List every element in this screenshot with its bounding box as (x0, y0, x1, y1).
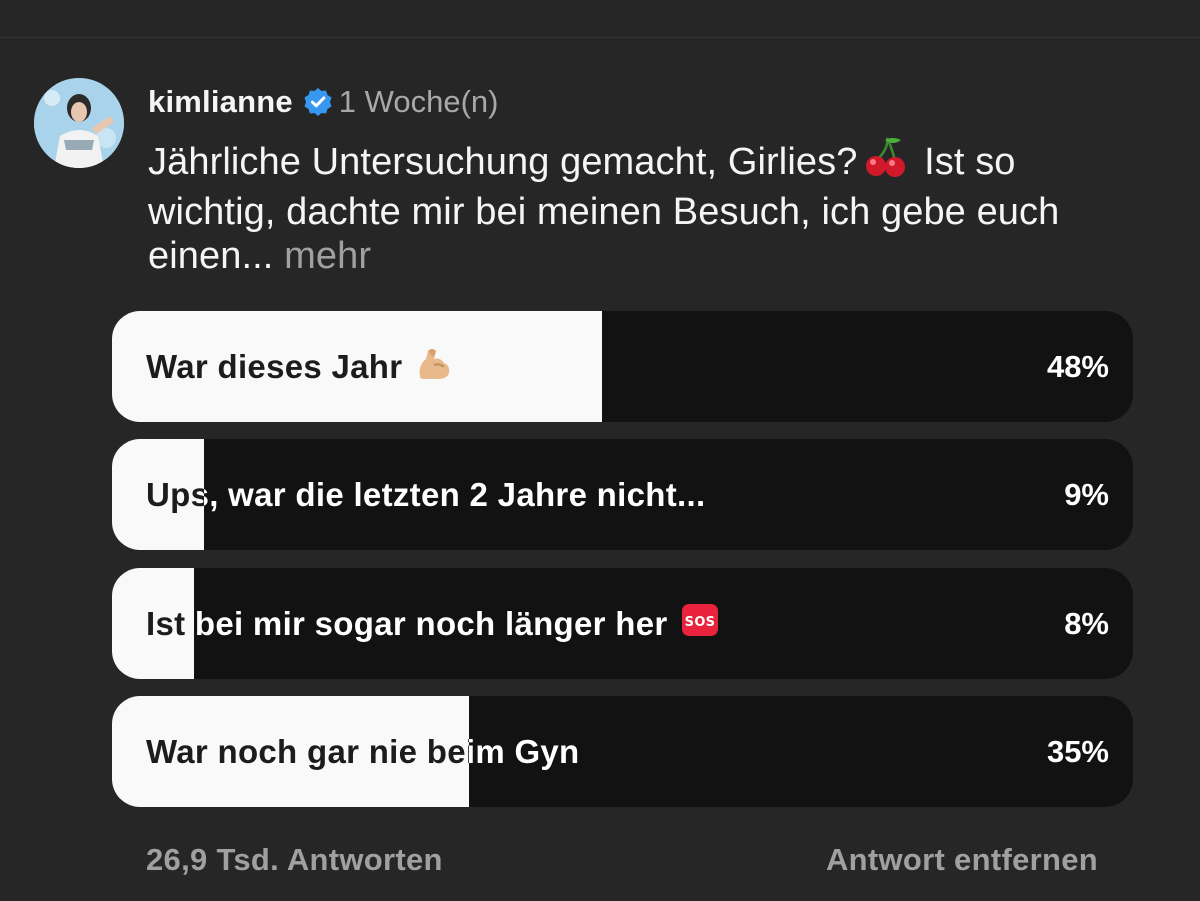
poll-fill-clip: Ups, war die letzten 2 Jahre nicht... (112, 439, 204, 550)
svg-text:SOS: SOS (684, 615, 715, 630)
poll-option-label-on-dark: Ist bei mir sogar noch länger her SOS (146, 568, 720, 679)
avatar[interactable] (34, 78, 124, 168)
poll-option-label: War noch gar nie beim Gyn (146, 732, 469, 770)
caption-text-1b: Ist so (924, 141, 1016, 183)
sos-emoji-icon: SOS (680, 600, 720, 648)
caption-text-2: wichtig, dachte mir bei meinen Besuch, i… (148, 191, 1060, 233)
poll-option-label: Ups, war die letzten 2 Jahre nicht... (146, 475, 204, 513)
post-header: kimlianne 1 Woche(n) (148, 82, 498, 122)
poll-option-percent: 8% (1064, 605, 1109, 641)
poll-option-label: War dieses Jahr (146, 311, 454, 422)
poll-option-percent: 9% (1064, 476, 1109, 512)
more-link[interactable]: mehr (284, 235, 371, 277)
poll-option-2[interactable]: Ups, war die letzten 2 Jahre nicht... Up… (112, 439, 1133, 550)
verified-badge-icon (303, 87, 333, 117)
caption-text-1: Jährliche Untersuchung gemacht, Girlies? (148, 141, 858, 183)
remove-vote-button[interactable]: Antwort entfernen (826, 842, 1098, 878)
divider (0, 37, 1200, 38)
poll-option-3[interactable]: Ist bei mir sogar noch länger her SOS Is… (112, 568, 1133, 679)
poll-post: kimlianne 1 Woche(n) Jährliche Untersuch… (0, 0, 1200, 901)
flexed-biceps-emoji-icon (414, 343, 454, 391)
poll-option-label: Ist bei mir sogar noch länger her (146, 604, 194, 642)
poll-option-label-on-dark: Ups, war die letzten 2 Jahre nicht... (146, 475, 706, 513)
poll-option-1[interactable]: War dieses Jahr War dieses Jahr 48% (112, 311, 1133, 422)
poll-fill-clip: War dieses Jahr (112, 311, 602, 422)
poll-option-percent: 48% (1046, 348, 1109, 384)
cherries-emoji-icon (863, 134, 909, 190)
response-count[interactable]: 26,9 Tsd. Antworten (146, 842, 443, 878)
poll-option-percent: 35% (1046, 733, 1109, 769)
caption: Jährliche Untersuchung gemacht, Girlies?… (148, 134, 1148, 278)
username[interactable]: kimlianne (148, 84, 293, 120)
poll-fill-clip: War noch gar nie beim Gyn (112, 696, 469, 807)
timestamp: 1 Woche(n) (338, 84, 499, 119)
poll-option-4[interactable]: War noch gar nie beim Gyn War noch gar n… (112, 696, 1133, 807)
caption-text-3: einen... (148, 235, 274, 277)
poll-fill-clip: Ist bei mir sogar noch länger her (112, 568, 194, 679)
